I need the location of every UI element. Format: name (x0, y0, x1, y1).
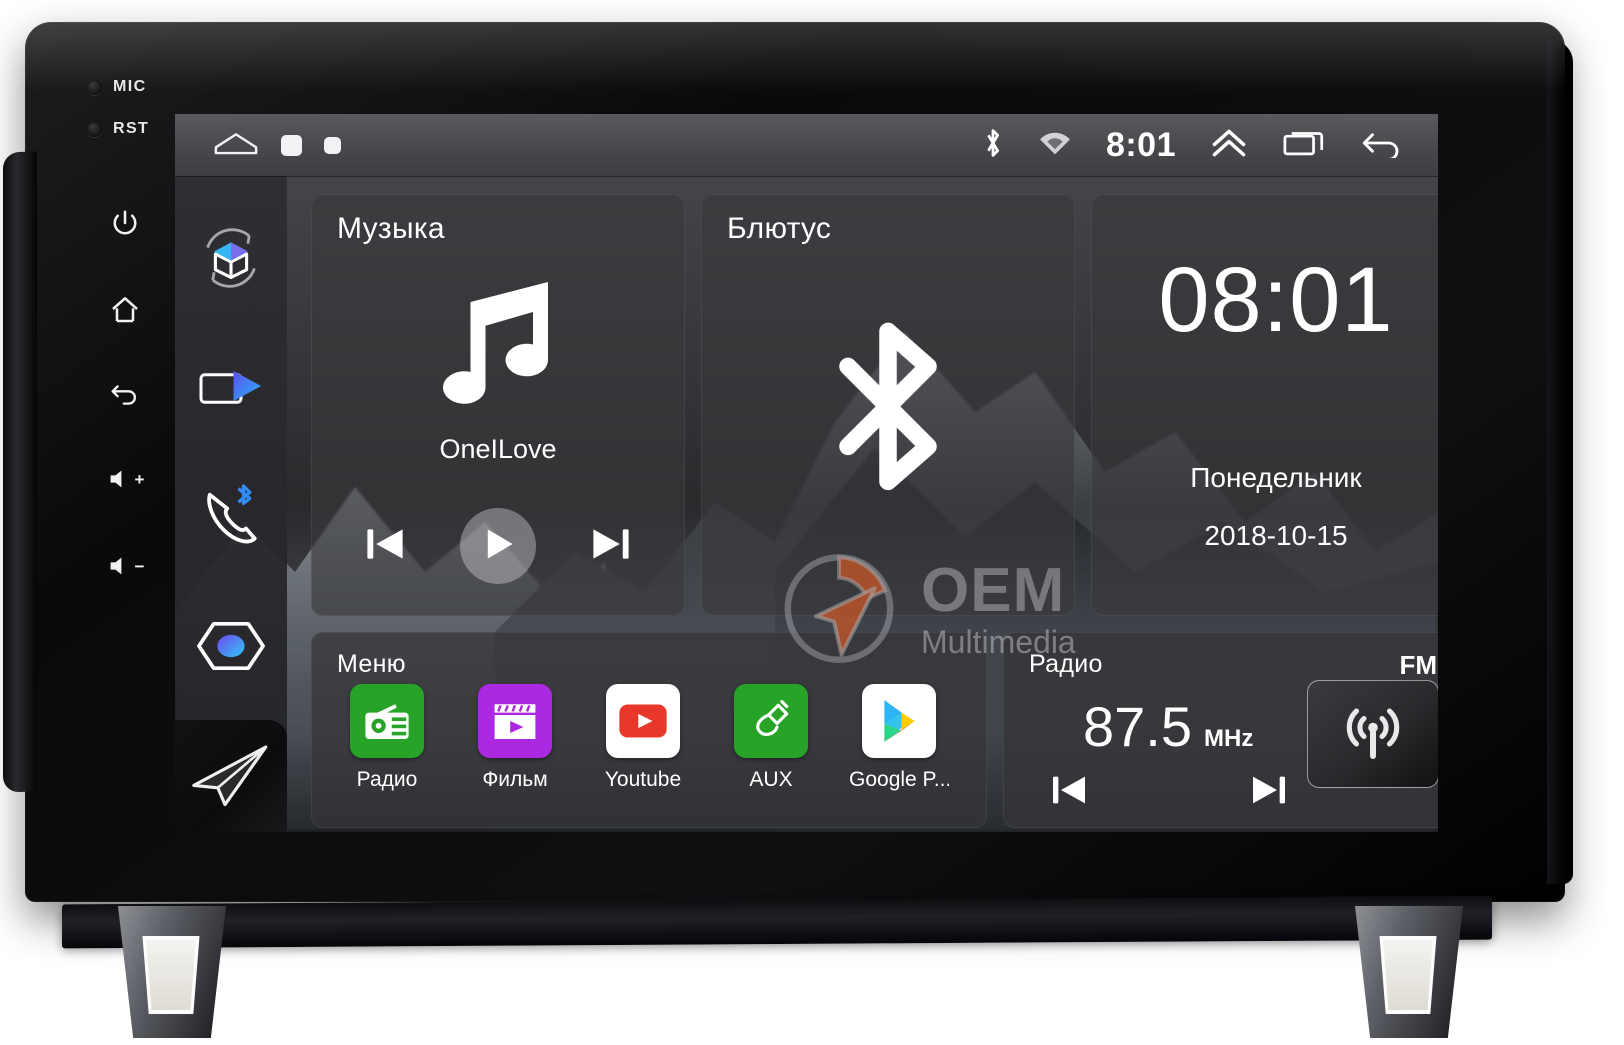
reset-indicator[interactable]: RST (87, 120, 149, 138)
volume-up-icon (106, 467, 132, 491)
rail-item-phone-bluetooth[interactable] (189, 476, 273, 560)
rail-item-navigation[interactable] (175, 720, 287, 832)
left-app-rail[interactable] (175, 176, 287, 832)
app-google-play-label: Google P... (849, 768, 949, 791)
radio-app-icon (350, 684, 424, 758)
home-outline-icon[interactable] (213, 129, 259, 162)
rst-led[interactable] (87, 121, 102, 137)
menu-card[interactable]: Меню Радио Фильм Youtube AUX Google P... (311, 632, 987, 828)
clock-card[interactable]: 08:01 Понедельник 2018-10-15 (1091, 194, 1438, 616)
radio-frequency-unit: MHz (1204, 725, 1254, 752)
skip-previous-icon[interactable] (1049, 771, 1089, 814)
clock-time: 08:01 (1158, 249, 1394, 351)
page-square-icon[interactable] (281, 134, 302, 156)
device-left-edge (3, 151, 37, 793)
skip-previous-icon[interactable] (363, 523, 407, 570)
device-right-edge (1547, 40, 1573, 884)
app-movie[interactable]: Фильм (465, 684, 565, 792)
bluetooth-card-title: Блютус (727, 212, 832, 245)
app-radio[interactable]: Радио (337, 684, 437, 792)
volume-up-label: + (134, 469, 145, 489)
clock-weekday: Понедельник (1190, 462, 1362, 493)
recents-icon[interactable] (1282, 128, 1326, 163)
radio-card-title: Радио (1029, 650, 1103, 678)
music-card-title: Музыка (337, 212, 445, 245)
clock-date: 2018-10-15 (1204, 520, 1348, 551)
google-play-icon (862, 684, 936, 758)
play-icon (479, 525, 517, 568)
radio-controls[interactable] (1049, 771, 1289, 814)
power-icon (103, 207, 147, 239)
volume-down-icon (106, 554, 132, 578)
radio-frequency-value: 87.5 (1083, 695, 1192, 758)
mic-indicator: MIC (87, 78, 147, 96)
mic-label: MIC (113, 78, 147, 95)
antenna-icon (1340, 699, 1406, 770)
mounting-bracket-right (1355, 906, 1463, 1038)
app-aux[interactable]: AUX (721, 684, 821, 792)
status-time: 8:01 (1105, 125, 1176, 164)
device-gloss-highlight (25, 22, 1565, 92)
skip-next-icon[interactable] (1249, 771, 1289, 814)
head-unit-device: MIC RST + − 8:01 Музыка OneILove Блютус … (3, 22, 1573, 902)
device-bezel: MIC RST + − (65, 72, 185, 862)
power-button[interactable] (103, 207, 147, 239)
rail-item-settings[interactable] (189, 606, 273, 690)
music-controls[interactable] (311, 506, 685, 586)
cube-apps-icon (192, 219, 270, 302)
music-track-name: OneILove (439, 434, 557, 464)
menu-app-list[interactable]: Радио Фильм Youtube AUX Google P... (337, 684, 969, 792)
app-youtube[interactable]: Youtube (593, 684, 693, 792)
app-youtube-label: Youtube (604, 768, 682, 791)
volume-down-label: − (134, 556, 145, 576)
movie-app-icon (478, 684, 552, 758)
rail-item-media[interactable] (189, 346, 273, 430)
app-radio-label: Радио (356, 768, 418, 791)
skip-next-icon[interactable] (589, 523, 633, 570)
wifi-icon (1038, 130, 1072, 161)
android-status-bar[interactable]: 8:01 (175, 114, 1438, 176)
home-icon (103, 294, 147, 324)
chevron-double-up-icon[interactable] (1210, 127, 1248, 164)
aux-plug-icon (734, 684, 808, 758)
volume-down-button[interactable]: − (103, 554, 147, 578)
menu-card-title: Меню (337, 650, 406, 678)
rail-item-apps[interactable] (189, 218, 273, 302)
app-google-play[interactable]: Google P... (849, 684, 949, 792)
bluetooth-icon (982, 126, 1004, 165)
youtube-app-icon (606, 684, 680, 758)
video-play-icon (196, 358, 266, 419)
radio-card[interactable]: Радио FM 87.5 MHz (1003, 632, 1438, 828)
radio-antenna-button[interactable] (1307, 680, 1438, 788)
radio-frequency-display: 87.5 MHz (1083, 694, 1253, 759)
volume-up-button[interactable]: + (103, 467, 147, 491)
page-square-small-icon[interactable] (324, 136, 341, 154)
mic-led (87, 79, 102, 95)
hexagon-settings-icon (194, 616, 268, 681)
music-note-icon (428, 272, 568, 422)
home-screen-content: Музыка OneILove Блютус 08:01 Понедельник… (287, 176, 1438, 832)
bluetooth-phone-icon (196, 483, 266, 554)
music-play-button[interactable] (459, 508, 536, 584)
device-bottom-bar (62, 895, 1492, 949)
back-button[interactable] (103, 380, 147, 410)
touchscreen-display[interactable]: 8:01 Музыка OneILove Блютус 08:01 Понеде… (175, 114, 1438, 832)
music-card[interactable]: Музыка OneILove (311, 194, 685, 616)
bluetooth-card[interactable]: Блютус (701, 194, 1075, 616)
radio-band-label: FM (1399, 650, 1437, 680)
back-arrow-icon[interactable] (1360, 128, 1404, 163)
bluetooth-icon (813, 311, 963, 506)
mounting-bracket-left (118, 906, 226, 1038)
back-arrow-icon (103, 380, 147, 410)
app-movie-label: Фильм (482, 768, 548, 791)
app-aux-label: AUX (749, 768, 793, 791)
rst-label: RST (113, 120, 150, 137)
home-button[interactable] (103, 294, 147, 324)
paper-plane-nav-icon (189, 742, 273, 817)
